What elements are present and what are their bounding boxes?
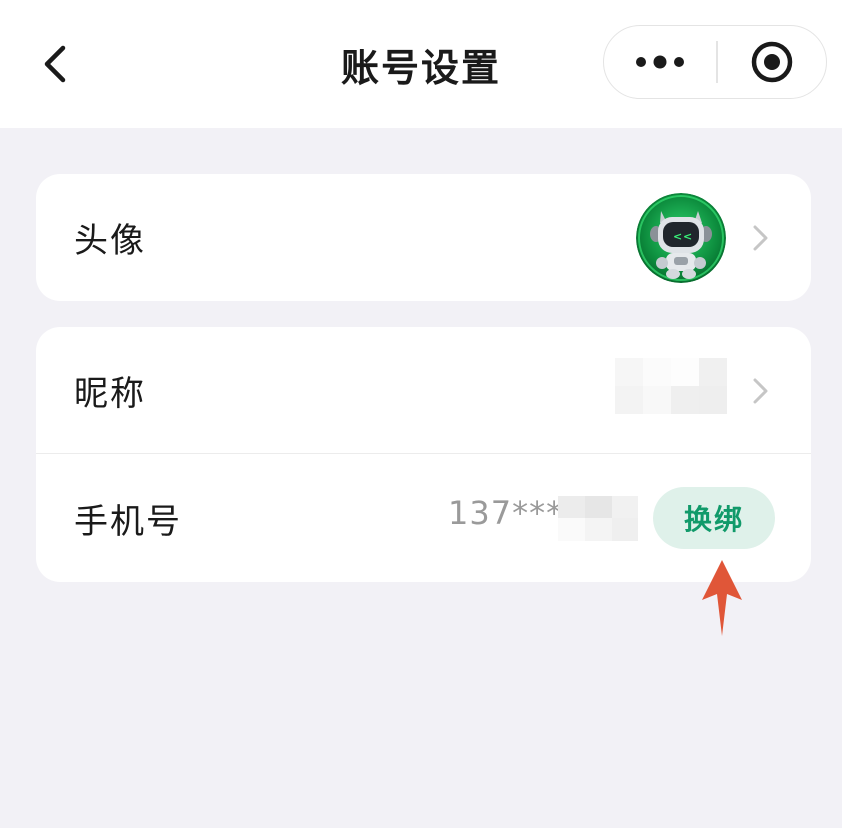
chevron-left-icon (44, 45, 66, 83)
rebind-phone-button[interactable]: 换绑 (653, 487, 775, 549)
more-button[interactable] (604, 26, 716, 98)
svg-text:<: < (683, 230, 692, 243)
nickname-label: 昵称 (74, 373, 146, 414)
chevron-right-icon (753, 378, 768, 404)
robot-avatar-icon: < < (636, 193, 726, 283)
nickname-row[interactable]: 昵称 (36, 327, 811, 454)
avatar-row[interactable]: 头像 < < (36, 174, 811, 301)
avatar-card: 头像 < < (36, 174, 811, 301)
nickname-value-redacted (615, 358, 727, 414)
nav-bar: 账号设置 (0, 0, 842, 128)
phone-number-redacted (558, 496, 638, 541)
close-button[interactable] (718, 26, 827, 98)
avatar-label: 头像 (74, 221, 146, 261)
more-dots-icon (636, 55, 684, 69)
arrow-up-icon (702, 560, 742, 636)
chevron-right-icon (753, 225, 768, 251)
phone-row: 手机号 137**** 换绑 (36, 454, 811, 582)
avatar: < < (636, 193, 726, 283)
phone-label: 手机号 (74, 501, 182, 542)
record-circle-icon (751, 41, 792, 83)
svg-text:<: < (673, 230, 682, 243)
mini-program-capsule (603, 25, 827, 99)
back-button[interactable] (28, 36, 84, 92)
profile-info-card: 昵称 手机号 137**** 换绑 (36, 327, 811, 582)
